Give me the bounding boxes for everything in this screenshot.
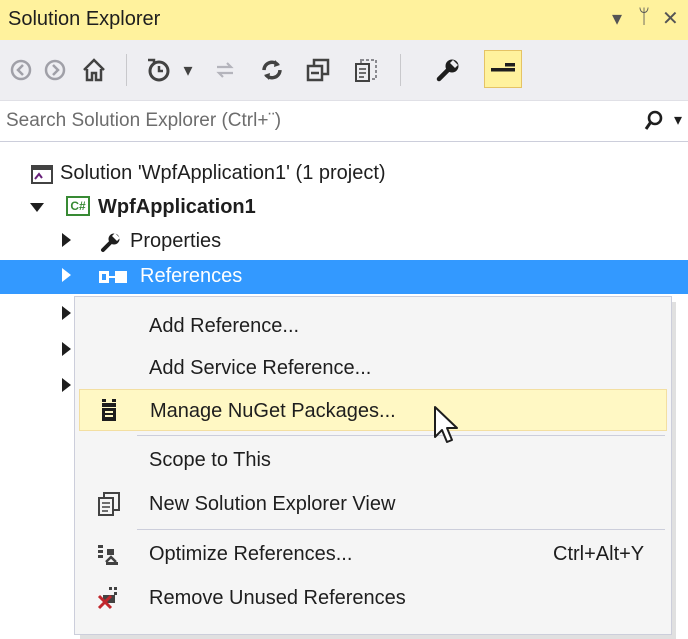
menu-item-label: Remove Unused References bbox=[149, 587, 406, 609]
wrench-icon bbox=[101, 233, 120, 252]
window-title: Solution Explorer bbox=[8, 8, 161, 30]
home-button[interactable] bbox=[76, 52, 112, 88]
preview-icon bbox=[491, 63, 515, 72]
pin-icon[interactable]: ᛘ bbox=[638, 6, 650, 29]
title-bar: Solution Explorer ▾ ᛘ ✕ bbox=[0, 0, 688, 40]
toolbar-separator bbox=[126, 54, 127, 86]
menu-item-add-reference[interactable]: Add Reference... bbox=[79, 305, 667, 347]
collapse-all-button[interactable] bbox=[300, 52, 336, 88]
preview-button[interactable] bbox=[484, 50, 522, 88]
context-menu: Add Reference... Add Service Reference..… bbox=[74, 296, 672, 635]
menu-item-label: Optimize References... bbox=[149, 543, 353, 565]
collapse-arrow-icon[interactable] bbox=[62, 342, 71, 356]
solution-icon bbox=[31, 165, 53, 184]
home-icon bbox=[83, 58, 105, 82]
toolbar: ▾ bbox=[0, 40, 688, 101]
back-button[interactable] bbox=[6, 52, 36, 88]
menu-item-shortcut: Ctrl+Alt+Y bbox=[553, 543, 645, 565]
menu-item-optimize-references[interactable]: Optimize References... Ctrl+Alt+Y bbox=[79, 533, 667, 575]
tree-item-properties[interactable]: Properties bbox=[0, 225, 688, 259]
search-options-dropdown-icon[interactable]: ▾ bbox=[674, 110, 682, 130]
references-icon bbox=[99, 271, 127, 283]
back-icon bbox=[10, 59, 32, 81]
properties-button[interactable] bbox=[430, 52, 466, 88]
close-icon[interactable]: ✕ bbox=[662, 6, 679, 31]
new-view-icon bbox=[98, 492, 120, 516]
mouse-cursor-icon bbox=[434, 406, 458, 443]
search-input[interactable] bbox=[6, 107, 626, 135]
menu-item-label: Add Service Reference... bbox=[149, 357, 372, 379]
search-icon[interactable] bbox=[643, 109, 667, 133]
tree-item-solution[interactable]: Solution 'WpfApplication1' (1 project) bbox=[0, 157, 688, 191]
tree-item-references[interactable]: References bbox=[0, 260, 688, 294]
search-bar: ▾ bbox=[0, 101, 688, 142]
forward-icon bbox=[44, 59, 66, 81]
menu-item-label: Add Reference... bbox=[149, 315, 300, 337]
sync-button[interactable] bbox=[210, 52, 240, 88]
refresh-icon bbox=[262, 60, 282, 80]
menu-item-label: New Solution Explorer View bbox=[149, 493, 396, 515]
properties-label: Properties bbox=[130, 230, 222, 252]
collapse-arrow-icon[interactable] bbox=[62, 306, 71, 320]
menu-item-remove-unused-references[interactable]: Remove Unused References bbox=[79, 577, 667, 619]
collapse-arrow-icon[interactable] bbox=[62, 378, 71, 392]
tree-item-project[interactable]: C# WpfApplication1 bbox=[0, 191, 688, 225]
sync-icon bbox=[216, 62, 234, 78]
refresh-button[interactable] bbox=[254, 52, 290, 88]
solution-label: Solution 'WpfApplication1' (1 project) bbox=[60, 162, 386, 184]
history-icon bbox=[148, 58, 170, 82]
history-dropdown-icon[interactable]: ▾ bbox=[178, 52, 198, 88]
menu-item-manage-nuget-packages[interactable]: Manage NuGet Packages... bbox=[79, 389, 667, 431]
optimize-references-icon bbox=[98, 545, 118, 565]
window-dropdown-icon[interactable]: ▾ bbox=[612, 6, 622, 31]
forward-button[interactable] bbox=[40, 52, 70, 88]
menu-item-label: Scope to This bbox=[149, 449, 271, 471]
show-all-files-button[interactable] bbox=[348, 52, 384, 88]
remove-unused-references-icon bbox=[97, 587, 117, 610]
menu-item-label: Manage NuGet Packages... bbox=[150, 400, 396, 422]
menu-separator bbox=[137, 529, 665, 530]
project-label: WpfApplication1 bbox=[98, 196, 256, 218]
show-all-files-icon bbox=[355, 59, 377, 82]
references-label: References bbox=[140, 265, 243, 287]
pending-changes-filter-button[interactable] bbox=[138, 52, 178, 88]
expand-arrow-icon[interactable] bbox=[30, 203, 44, 212]
csharp-project-icon: C# bbox=[66, 196, 90, 216]
properties-icon bbox=[436, 59, 459, 82]
collapse-arrow-icon[interactable] bbox=[62, 233, 71, 247]
menu-item-scope-to-this[interactable]: Scope to This bbox=[79, 439, 667, 481]
collapse-all-icon bbox=[306, 58, 330, 82]
menu-item-new-solution-explorer-view[interactable]: New Solution Explorer View bbox=[79, 483, 667, 525]
menu-separator bbox=[137, 435, 665, 436]
toolbar-separator bbox=[400, 54, 401, 86]
collapse-arrow-icon[interactable] bbox=[62, 268, 71, 282]
menu-item-add-service-reference[interactable]: Add Service Reference... bbox=[79, 347, 667, 389]
nuget-icon bbox=[102, 399, 116, 421]
